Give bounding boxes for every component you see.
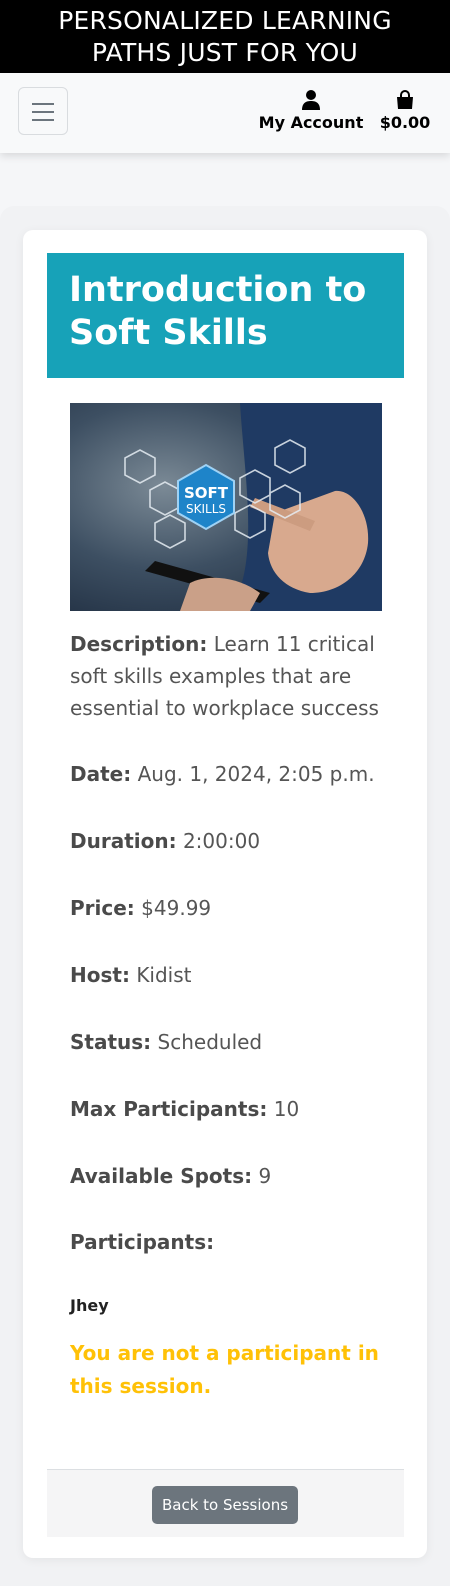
- session-card-footer: Back to Sessions: [47, 1469, 404, 1537]
- date-row: Date: Aug. 1, 2024, 2:05 p.m.: [70, 758, 388, 790]
- promo-banner: PERSONALIZED LEARNING PATHS JUST FOR YOU: [0, 0, 450, 73]
- session-title: Introduction to Soft Skills: [69, 270, 367, 353]
- date-value: Aug. 1, 2024, 2:05 p.m.: [137, 762, 375, 786]
- promo-banner-line2: PATHS JUST FOR YOU: [91, 37, 359, 67]
- session-image-text-line1: SOFT: [184, 484, 229, 502]
- price-label: Price:: [70, 896, 135, 920]
- shopping-bag-icon: [378, 89, 432, 111]
- description-label: Description:: [70, 632, 208, 656]
- back-to-sessions-button[interactable]: Back to Sessions: [152, 1486, 298, 1524]
- my-account-label: My Account: [258, 113, 364, 132]
- price-value: $49.99: [141, 896, 212, 920]
- cart-link[interactable]: $0.00: [378, 89, 432, 132]
- menu-toggle-button[interactable]: [18, 87, 68, 135]
- promo-banner-line1: PERSONALIZED LEARNING: [58, 5, 392, 35]
- price-row: Price: $49.99: [70, 892, 388, 924]
- duration-row: Duration: 2:00:00: [70, 825, 388, 857]
- my-account-link[interactable]: My Account: [258, 89, 364, 132]
- status-value: Scheduled: [157, 1030, 263, 1054]
- available-spots-label: Available Spots:: [70, 1164, 253, 1188]
- available-spots-row: Available Spots: 9: [70, 1160, 388, 1192]
- host-row: Host: Kidist: [70, 959, 388, 991]
- session-image: SOFT SKILLS: [70, 403, 382, 611]
- duration-value: 2:00:00: [182, 829, 261, 853]
- participant-name: Jhey: [70, 1296, 109, 1315]
- available-spots-value: 9: [258, 1164, 272, 1188]
- duration-label: Duration:: [70, 829, 177, 853]
- host-value: Kidist: [136, 963, 192, 987]
- cart-total: $0.00: [379, 113, 431, 132]
- description-row: Description: Learn 11 critical soft skil…: [70, 628, 388, 724]
- max-participants-row: Max Participants: 10: [70, 1093, 388, 1125]
- session-card-header: Introduction to Soft Skills: [47, 253, 404, 378]
- status-label: Status:: [70, 1030, 152, 1054]
- status-row: Status: Scheduled: [70, 1026, 388, 1058]
- max-participants-label: Max Participants:: [70, 1097, 268, 1121]
- host-label: Host:: [70, 963, 130, 987]
- max-participants-value: 10: [273, 1097, 300, 1121]
- date-label: Date:: [70, 762, 132, 786]
- user-icon: [258, 89, 364, 111]
- session-image-text-line2: SKILLS: [186, 502, 226, 516]
- navbar: My Account $0.00: [0, 73, 450, 153]
- participants-row: Participants:: [70, 1226, 388, 1258]
- not-participant-message: You are not a participant in this sessio…: [70, 1341, 379, 1398]
- participants-label: Participants:: [70, 1230, 215, 1254]
